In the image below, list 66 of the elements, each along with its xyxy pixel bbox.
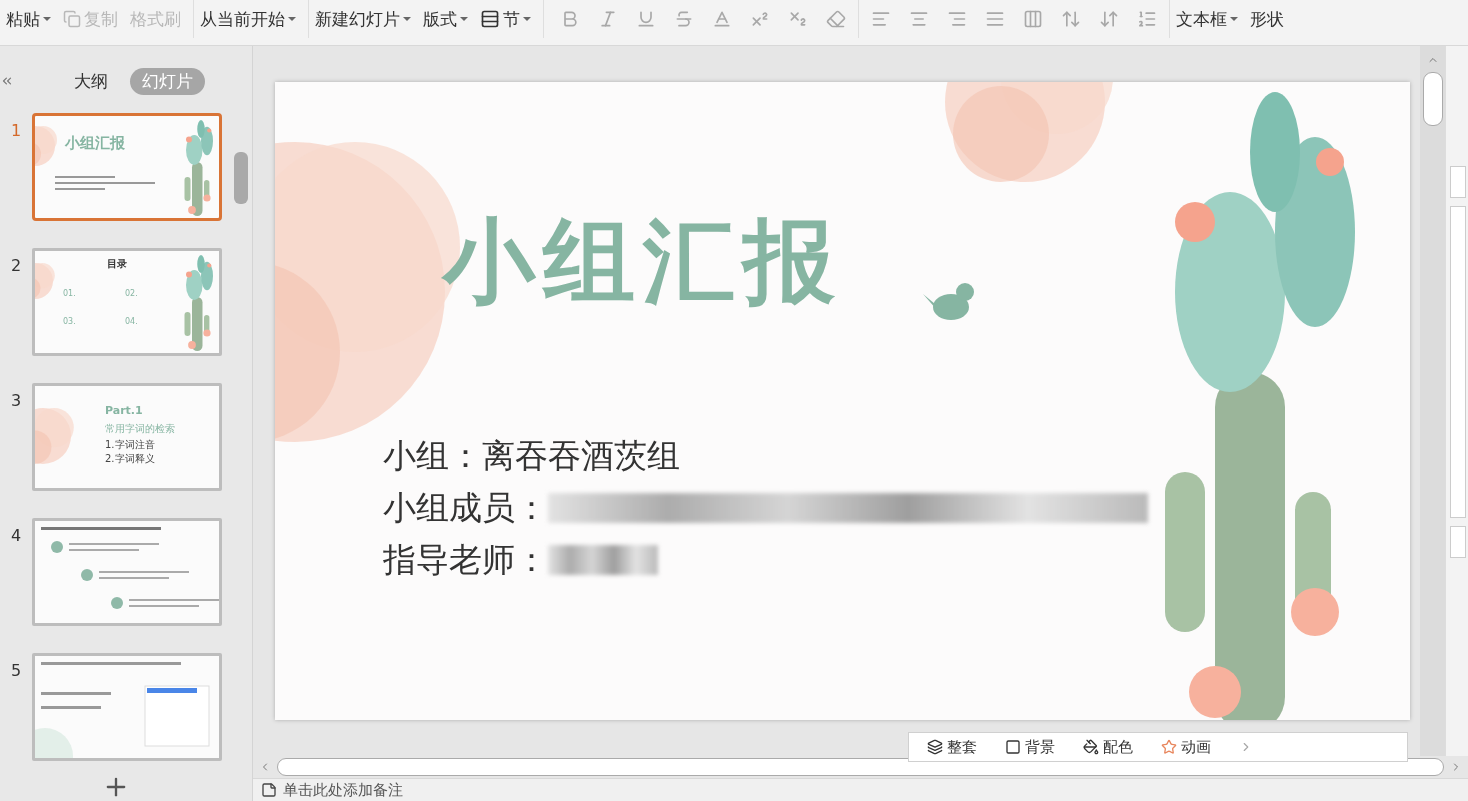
flower-drawing (35, 408, 74, 464)
eraser-icon[interactable] (826, 9, 846, 29)
flower-drawing (35, 126, 57, 166)
thumbnail-title: Part.1 (105, 404, 143, 417)
thumbnail-text: 1.字词注音 (105, 438, 155, 452)
align-left-icon[interactable] (871, 9, 891, 29)
ribbon-button[interactable]: 版式 (423, 7, 468, 31)
flower-drawing (35, 263, 55, 299)
vertical-scrollbar[interactable] (1420, 46, 1446, 756)
copy-icon (63, 10, 81, 28)
slide-number: 2 (9, 255, 23, 275)
slide-number: 4 (9, 525, 23, 545)
ribbon-button[interactable]: 节 (480, 7, 531, 31)
columns-icon[interactable] (1023, 9, 1043, 29)
justify-icon[interactable] (985, 9, 1005, 29)
numbered-list-icon[interactable] (1137, 9, 1157, 29)
star-icon (1161, 739, 1177, 755)
ribbon-button[interactable]: 粘贴 (6, 7, 51, 31)
quick-toolbar-button[interactable]: 整套 (927, 737, 977, 757)
bird-drawing (923, 283, 974, 320)
align-center-icon[interactable] (909, 9, 929, 29)
ribbon-button[interactable]: 文本框 (1176, 7, 1238, 31)
notes-icon (261, 782, 277, 798)
italic-icon[interactable] (598, 9, 618, 29)
scrollbar-thumb[interactable] (1422, 72, 1443, 126)
thumbnail-text: 2.字词释义 (105, 452, 155, 466)
scrollbar-thumb[interactable] (277, 758, 1444, 776)
quick-toolbar-button[interactable]: 配色 (1083, 737, 1133, 757)
notes-field[interactable]: 单击此处添加备注 (283, 780, 403, 800)
thumbnail-text: 03. (63, 317, 76, 326)
thumbnail-text: 02. (125, 289, 138, 298)
thumbnail-text: 01. (63, 289, 76, 298)
thumbnail-title: 小组汇报 (65, 134, 125, 153)
thumbnail-title: 目录 (107, 257, 127, 271)
slide-label: 小组成员： (383, 486, 548, 529)
slide-thumbnail[interactable]: Part.1 常用字词的检索 1.字词注音 2.字词释义 (32, 383, 222, 491)
panel-tab[interactable]: 大纲 (62, 67, 120, 95)
slide-number: 1 (9, 120, 23, 140)
ribbon-button[interactable]: 新建幻灯片 (315, 7, 411, 31)
slide-value: 离吞吞酒茨组 (482, 434, 680, 477)
ribbon-button[interactable]: 从当前开始 (200, 7, 296, 31)
subscript-icon[interactable] (788, 9, 808, 29)
font-color-icon[interactable] (712, 9, 732, 29)
slide-thumbnail[interactable]: 目录 01. 02. 03. 04. (32, 248, 222, 356)
paint-bucket-icon (1083, 739, 1099, 755)
slide-label: 指导老师： (383, 538, 548, 581)
thumbnail-text: 常用字词的检索 (105, 422, 175, 436)
section-icon (480, 9, 500, 29)
slide-number: 3 (9, 390, 23, 410)
quick-toolbar-button[interactable]: 动画 (1161, 737, 1211, 757)
quick-toolbar-button[interactable]: 背景 (1005, 737, 1055, 757)
slide-title: 小组汇报 (443, 207, 843, 317)
slide-label: 小组： (383, 434, 482, 477)
scrollbar-thumb[interactable] (234, 152, 248, 204)
ribbon-button[interactable]: 形状 (1250, 7, 1284, 31)
underline-icon[interactable] (636, 9, 656, 29)
line-spacing-icon[interactable] (1061, 9, 1081, 29)
slide-number: 5 (9, 660, 23, 680)
thumbnail-text: 04. (125, 317, 138, 326)
strikethrough-icon[interactable] (674, 9, 694, 29)
superscript-icon[interactable] (750, 9, 770, 29)
collapse-icon[interactable] (0, 74, 14, 88)
align-right-icon[interactable] (947, 9, 967, 29)
paragraph-spacing-icon[interactable] (1099, 9, 1119, 29)
square-icon (1005, 739, 1021, 755)
layers-icon (927, 739, 943, 755)
